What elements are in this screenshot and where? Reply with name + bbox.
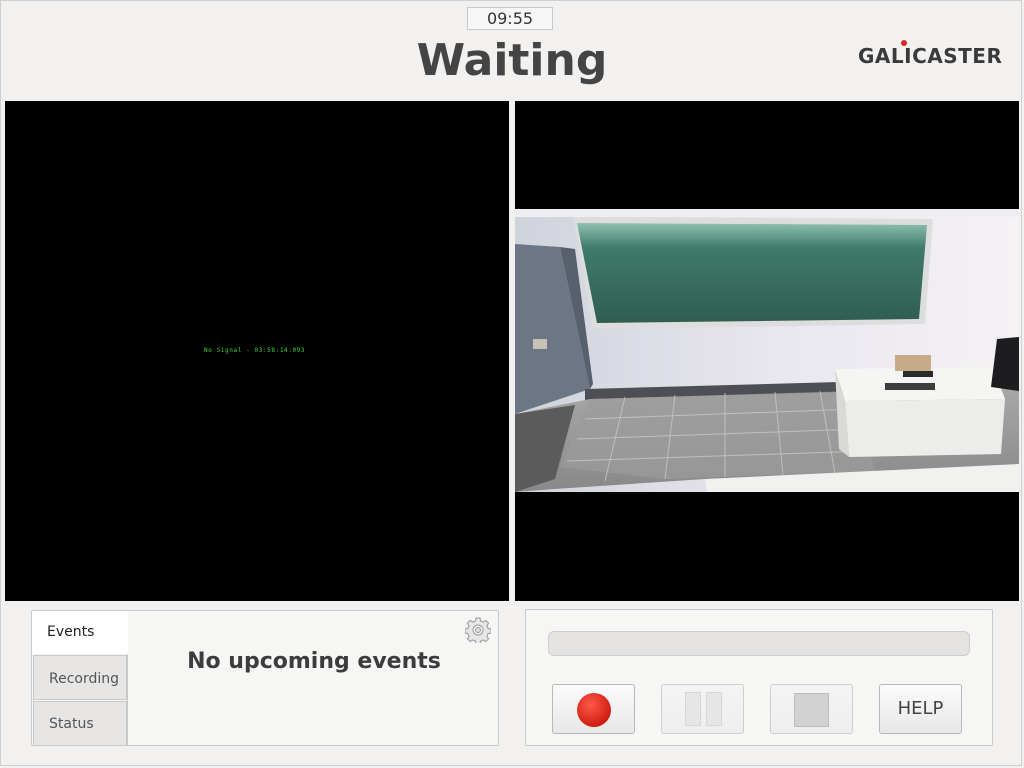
record-icon	[577, 693, 611, 727]
logo-dot	[901, 40, 907, 46]
stop-icon	[794, 693, 829, 727]
recorder-controls: HELP	[525, 609, 993, 746]
recording-progress-bar	[548, 631, 970, 656]
tab-events[interactable]: Events	[32, 611, 128, 654]
help-button[interactable]: HELP	[879, 684, 962, 734]
no-events-message: No upcoming events	[187, 649, 441, 674]
pause-icon-left	[685, 692, 701, 726]
tab-status[interactable]: Status	[33, 701, 127, 746]
no-signal-overlay: No Signal - 03:58:14:093	[204, 347, 306, 354]
tab-recording[interactable]: Recording	[33, 655, 127, 700]
preview-left: No Signal - 03:58:14:093	[5, 101, 509, 601]
galicaster-logo: GALICASTER	[858, 40, 1003, 68]
gear-icon[interactable]	[465, 617, 491, 643]
pause-button[interactable]	[661, 684, 744, 734]
stop-button[interactable]	[770, 684, 853, 734]
events-panel: Events Recording Status No upcoming even…	[31, 610, 499, 746]
classroom-camera-feed	[515, 209, 1019, 492]
clock: 09:55	[467, 7, 553, 30]
preview-right	[515, 101, 1019, 601]
pause-icon-right	[706, 692, 722, 726]
record-button[interactable]	[552, 684, 635, 734]
logo-text: GALICASTER	[858, 44, 1003, 68]
